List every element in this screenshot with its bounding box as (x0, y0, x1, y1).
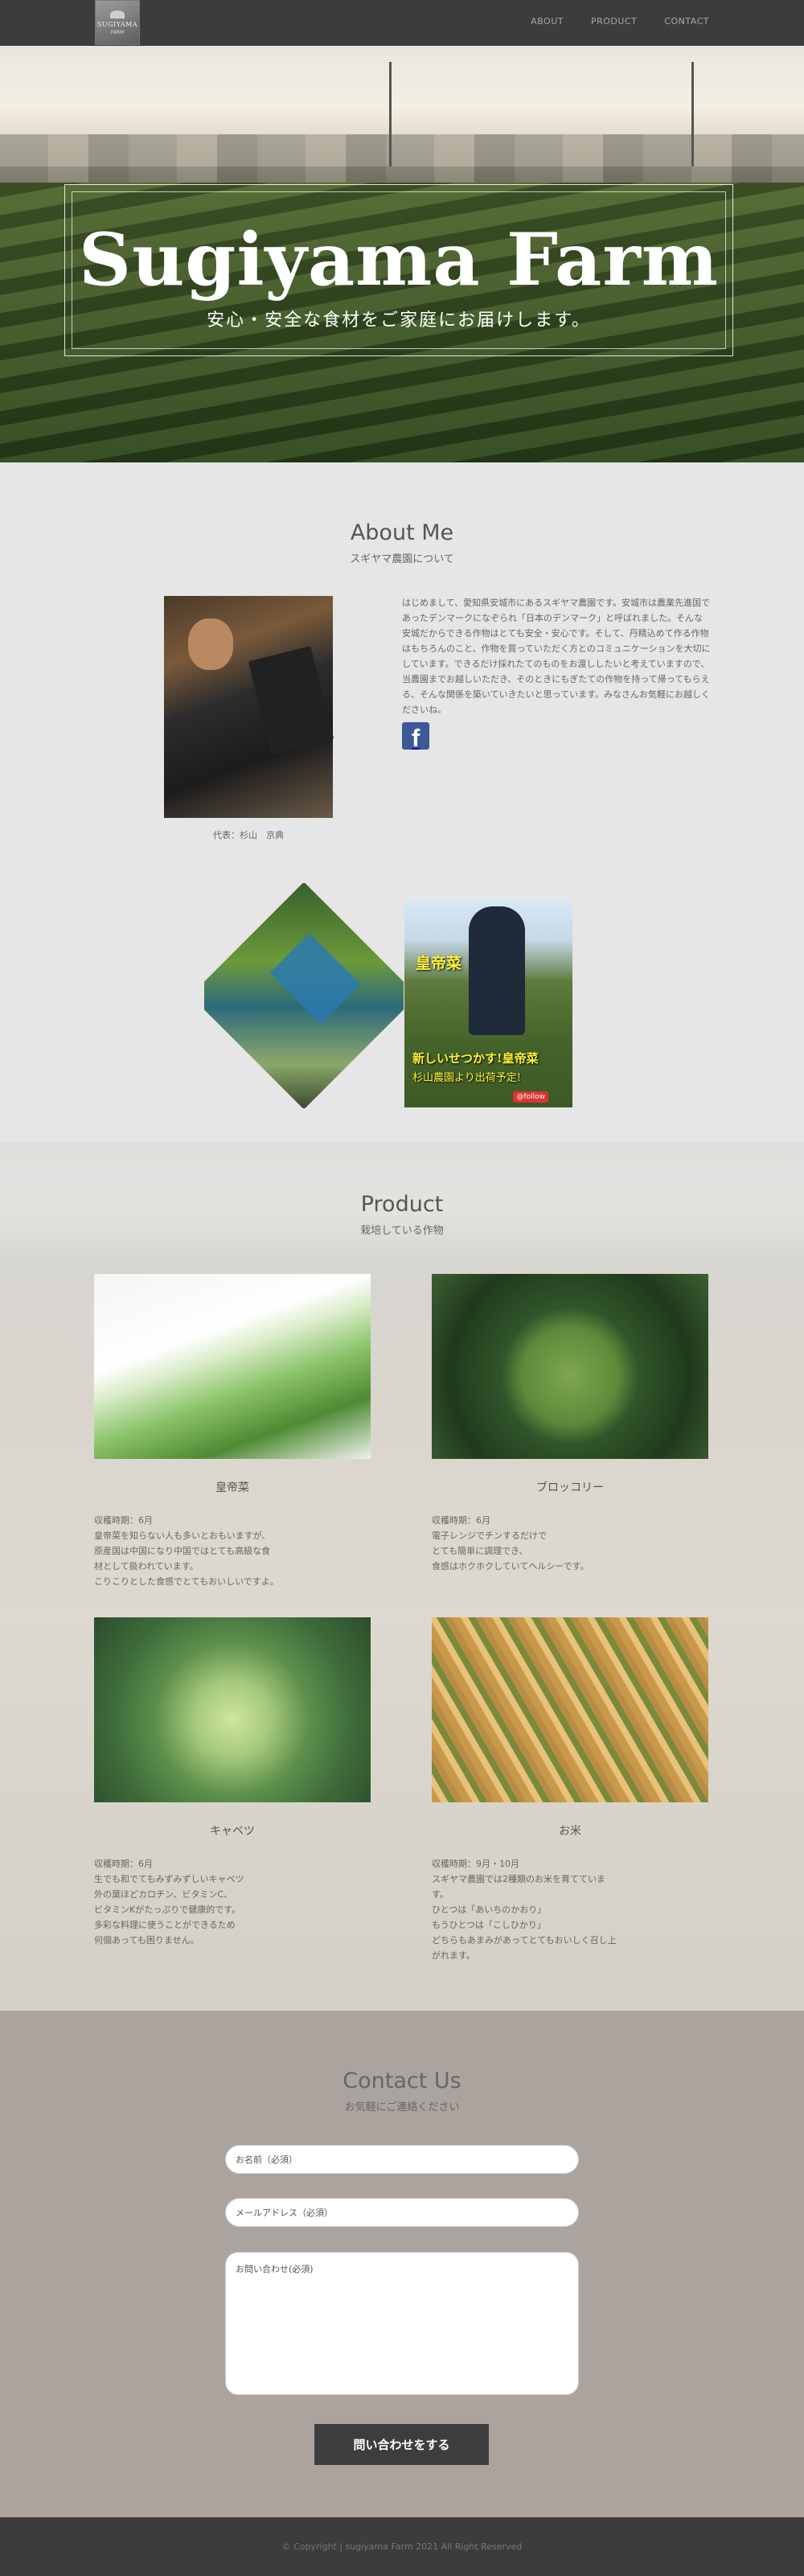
about-title: About Me (350, 520, 454, 545)
email-field[interactable] (225, 2198, 579, 2227)
about-text: はじめまして、愛知県安城市にあるスギヤマ農園です。安城市は農業先進国であったデン… (402, 598, 711, 715)
nav-item-about[interactable]: ABOUT (531, 16, 564, 27)
name-field[interactable] (225, 2145, 579, 2174)
product-section: Product 栽培している作物 皇帝菜 収穫時期：6月 皇帝菜を知らない人も多… (0, 1142, 804, 2011)
site-header: SUGIYAMA FARM ABOUT PRODUCT CONTACT (0, 0, 804, 46)
product-card-koteisai: 皇帝菜 収穫時期：6月 皇帝菜を知らない人も多いとおもいますが、原産国は中国にな… (94, 1274, 371, 1589)
instagram-post-photo[interactable]: 皇帝菜 新しいせつかす!皇帝菜 杉山農園より出荷予定! @follow (404, 898, 572, 1107)
leaf-icon (110, 10, 125, 18)
profile-face (188, 618, 233, 670)
product-card-rice: お米 収穫時期：9月・10月 スギヤマ農園では2種類のお米を育てています。 ひと… (432, 1617, 708, 1963)
product-desc: 収穫時期：9月・10月 スギヤマ農園では2種類のお米を育てています。 ひとつは「… (432, 1859, 617, 1961)
product-photo (432, 1617, 708, 1802)
copyright-text: © Copyright | sugiyama Farm 2021 All Rig… (281, 2541, 523, 2552)
facebook-f-glyph: f (411, 724, 420, 750)
contact-subtitle: お気軽にご連絡ください (344, 2101, 460, 2114)
product-desc: 収穫時期：6月 皇帝菜を知らない人も多いとおもいますが、原産国は中国になり中国で… (94, 1515, 279, 1587)
facebook-icon[interactable]: f (402, 722, 429, 750)
diamond-photo (204, 883, 404, 1108)
hero-houses (0, 134, 804, 183)
product-photo (94, 1274, 371, 1459)
main-nav: ABOUT PRODUCT CONTACT (531, 16, 709, 27)
profile-caption: 代表：杉山 京典 (213, 830, 284, 840)
product-desc: 収穫時期：6月 電子レンジでチンするだけで とても簡単に調理でき、 食感はホクホ… (432, 1515, 589, 1571)
profile-photo (164, 596, 334, 818)
message-field[interactable] (225, 2252, 579, 2395)
instagram-follow-badge: @follow (513, 1091, 548, 1103)
product-photo (94, 1617, 371, 1802)
logo-text-top: SUGIYAMA (96, 20, 138, 28)
product-photo (432, 1274, 708, 1459)
post-text-line1: 新しいせつかす!皇帝菜 (412, 1051, 539, 1066)
diamond-photo-wrap (204, 883, 404, 1108)
product-name: キャベツ (210, 1825, 255, 1838)
hero-title: Sugiyama Farm (79, 217, 719, 302)
nav-item-product[interactable]: PRODUCT (591, 16, 637, 27)
nav-item-contact[interactable]: CONTACT (664, 16, 709, 27)
site-footer: © Copyright | sugiyama Farm 2021 All Rig… (0, 2517, 804, 2576)
product-name: お米 (559, 1825, 581, 1838)
photo-crate (269, 933, 361, 1025)
utility-pole (691, 62, 694, 166)
product-name: ブロッコリー (536, 1481, 604, 1494)
product-title: Product (360, 1192, 444, 1217)
utility-pole (389, 62, 392, 166)
profile-book (248, 646, 334, 755)
hero-subtitle: 安心・安全な食材をご家庭にお届けします。 (207, 310, 591, 331)
about-section: About Me スギヤマ農園について 代表：杉山 京典 はじめまして、愛知県安… (0, 462, 804, 1142)
about-subtitle: スギヤマ農園について (350, 553, 454, 565)
post-text-title: 皇帝菜 (416, 955, 462, 972)
contact-title: Contact Us (343, 2069, 461, 2093)
post-text-line2: 杉山農園より出荷予定! (412, 1072, 521, 1084)
contact-section: Contact Us お気軽にご連絡ください 問い合わせをする (0, 2011, 804, 2517)
hero-frame: Sugiyama Farm 安心・安全な食材をご家庭にお届けします。 (64, 184, 733, 356)
product-card-cabbage: キャベツ 収穫時期：6月 生でも和でてもみずみずしいキャベツ 外の葉ほどカロチン… (94, 1617, 371, 1948)
product-desc: 収穫時期：6月 生でも和でてもみずみずしいキャベツ 外の葉ほどカロチン、ビタミン… (94, 1859, 244, 1945)
product-subtitle: 栽培している作物 (360, 1225, 444, 1237)
site-logo[interactable]: SUGIYAMA FARM (95, 0, 140, 45)
hero-section: Sugiyama Farm 安心・安全な食材をご家庭にお届けします。 (0, 46, 804, 462)
logo-text-bottom: FARM (110, 29, 125, 35)
product-name: 皇帝菜 (215, 1481, 249, 1494)
submit-button[interactable]: 問い合わせをする (314, 2424, 489, 2465)
product-card-broccoli: ブロッコリー 収穫時期：6月 電子レンジでチンするだけで とても簡単に調理でき、… (432, 1274, 708, 1574)
post-person (469, 906, 525, 1035)
